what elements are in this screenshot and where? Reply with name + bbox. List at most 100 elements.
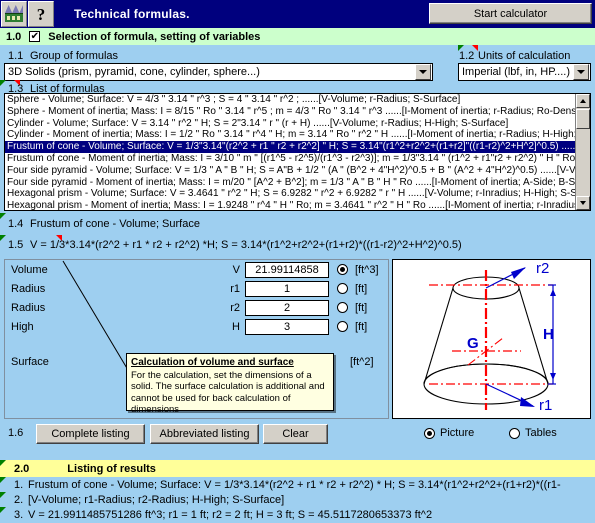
formula-list-item[interactable]: Sphere - Volume; Surface: V = 4/3 " 3.14… bbox=[5, 94, 575, 106]
formula-rows-container: Sphere - Volume; Surface: V = 4/3 " 3.14… bbox=[5, 94, 575, 210]
scroll-up-button[interactable] bbox=[576, 94, 590, 108]
frustum-of-cone-diagram: r2 r1 H G bbox=[423, 260, 556, 414]
svg-text:G: G bbox=[467, 335, 479, 352]
variable-value-field-1[interactable]: 1 bbox=[245, 281, 329, 297]
complete-listing-button[interactable]: Complete listing bbox=[36, 424, 145, 444]
units-of-calculation-combo[interactable]: Imperial (lbf, in, HP....) bbox=[458, 63, 591, 81]
section-1-6-number: 1.6 bbox=[8, 427, 24, 439]
view-option-tables-label: Tables bbox=[525, 427, 557, 439]
result-row-text: [V-Volume; r1-Radius; r2-Radius; H-High;… bbox=[28, 494, 285, 506]
section-1-5-number: 1.5 bbox=[8, 239, 24, 251]
svg-text:H: H bbox=[543, 326, 554, 343]
section-2-0-label: Listing of results bbox=[67, 462, 156, 475]
view-option-tables[interactable]: Tables bbox=[509, 427, 557, 439]
variable-symbol-1: r1 bbox=[230, 283, 240, 295]
formula-list-item[interactable]: Hexagonal prism - Moment of inertia; Mas… bbox=[5, 200, 575, 210]
buildings-icon bbox=[4, 5, 24, 23]
list-of-formulas[interactable]: Sphere - Volume; Surface: V = 4/3 " 3.14… bbox=[4, 93, 591, 211]
section-2-0-header: 2.0 Listing of results bbox=[0, 460, 595, 477]
view-option-picture-label: Picture bbox=[440, 427, 475, 439]
section-1-2-number: 1.2 bbox=[459, 50, 475, 62]
help-button[interactable]: ? bbox=[28, 1, 54, 27]
tooltip-body: For the calculation, set the dimensions … bbox=[131, 369, 325, 416]
title-bar: ? Technical formulas. Start calculator bbox=[0, 0, 595, 28]
variable-radio-2[interactable] bbox=[337, 302, 348, 313]
marker-green-result-2 bbox=[0, 507, 6, 513]
variable-unit-1: [ft] bbox=[355, 283, 368, 295]
section-1-0-header: 1.0 ✔ Selection of formula, setting of v… bbox=[0, 28, 595, 45]
result-row-number: 1. bbox=[14, 479, 24, 491]
result-row-number: 2. bbox=[14, 494, 24, 506]
svg-text:r1: r1 bbox=[539, 397, 552, 414]
tooltip-calculation-info: Calculation of volume and surface For th… bbox=[126, 353, 334, 415]
variable-unit-0: [ft^3] bbox=[355, 264, 379, 276]
variable-value-field-3[interactable]: 3 bbox=[245, 319, 329, 335]
section-1-1-label: Group of formulas bbox=[30, 50, 119, 62]
marker-green-result-1 bbox=[0, 492, 6, 498]
variable-value-field-2[interactable]: 2 bbox=[245, 300, 329, 316]
section-1-5-formula: V = 1/3*3.14*(r2^2 + r1 * r2 + r2^2) *H;… bbox=[30, 239, 462, 251]
group-of-formulas-combo[interactable]: 3D Solids (prism, pyramid, cone, cylinde… bbox=[4, 63, 433, 81]
units-of-calculation-value: Imperial (lbf, in, HP....) bbox=[462, 66, 570, 78]
variable-unit-3: [ft] bbox=[355, 321, 368, 333]
chevron-down-icon[interactable] bbox=[415, 64, 431, 80]
formula-list-item[interactable]: Cylinder - Volume; Surface: V = 3.14 " r… bbox=[5, 118, 575, 130]
scroll-down-button[interactable] bbox=[576, 196, 590, 210]
formula-list-item[interactable]: Sphere - Moment of inertia; Mass: I = 8/… bbox=[5, 106, 575, 118]
application-window: ? Technical formulas. Start calculator 1… bbox=[0, 0, 595, 523]
scrollbar-thumb[interactable] bbox=[576, 109, 590, 129]
section-1-4-label: Frustum of cone - Volume; Surface bbox=[30, 218, 200, 230]
view-option-picture[interactable]: Picture bbox=[424, 427, 474, 439]
tooltip-title: Calculation of volume and surface bbox=[131, 357, 294, 368]
listing-of-results: 1. Frustum of cone - Volume; Surface: V =… bbox=[0, 477, 595, 523]
section-1-4-number: 1.4 bbox=[8, 218, 24, 230]
section-1-2-label: Units of calculation bbox=[478, 50, 571, 62]
variable-name-1: Radius bbox=[11, 283, 46, 295]
marker-green-1-3 bbox=[0, 80, 6, 86]
page-title: Technical formulas. bbox=[74, 7, 190, 21]
formula-list-item[interactable]: Hexagonal prism - Volume; Surface: V = 3… bbox=[5, 188, 575, 200]
group-of-formulas-value: 3D Solids (prism, pyramid, cone, cylinde… bbox=[8, 66, 260, 78]
result-row-text: Frustum of cone - Volume; Surface: V = 1… bbox=[28, 479, 561, 491]
clear-button[interactable]: Clear bbox=[263, 424, 328, 444]
variable-unit-2: [ft] bbox=[355, 302, 368, 314]
formula-list-item[interactable]: Frustum of cone - Moment of inertia; Mas… bbox=[5, 153, 575, 165]
variable-name-0: Volume bbox=[11, 264, 48, 276]
marker-green-2-0 bbox=[0, 460, 6, 466]
picture-panel: r2 r1 H G bbox=[392, 259, 591, 419]
marker-green-1-5 bbox=[0, 235, 6, 241]
marker-green-result-0 bbox=[0, 477, 6, 483]
section-1-0-label: Selection of formula, setting of variabl… bbox=[48, 30, 261, 43]
formula-list-item[interactable]: Cylinder - Moment of inertia; Mass: I = … bbox=[5, 129, 575, 141]
list-scrollbar[interactable] bbox=[575, 94, 590, 210]
formula-list-item[interactable]: Four side pyramid - Moment of inertia; M… bbox=[5, 177, 575, 189]
variable-symbol-2: r2 bbox=[230, 302, 240, 314]
formula-list-item[interactable]: Frustum of cone - Volume; Surface: V = 1… bbox=[5, 141, 575, 153]
variable-name-2: Radius bbox=[11, 302, 46, 314]
result-row-text: V = 21.9911485751286 ft^3; r1 = 1 ft; r2… bbox=[28, 509, 433, 521]
svg-text:r2: r2 bbox=[536, 260, 549, 277]
variable-symbol-0: V bbox=[232, 264, 240, 276]
section-2-0-number: 2.0 bbox=[14, 462, 30, 475]
variable-name-3: High bbox=[11, 321, 34, 333]
radio-picture[interactable] bbox=[424, 427, 435, 439]
variable-radio-3[interactable] bbox=[337, 321, 348, 332]
question-mark-icon: ? bbox=[36, 4, 46, 24]
marker-green-1-4 bbox=[0, 213, 6, 219]
section-1-0-number: 1.0 bbox=[6, 30, 22, 43]
variable-radio-0[interactable] bbox=[337, 264, 348, 275]
result-row-number: 3. bbox=[14, 509, 24, 521]
radio-tables[interactable] bbox=[509, 427, 520, 439]
section-1-0-checkbox[interactable]: ✔ bbox=[29, 31, 41, 42]
surface-label: Surface bbox=[11, 356, 49, 368]
variable-radio-1[interactable] bbox=[337, 283, 348, 294]
surface-unit: [ft^2] bbox=[350, 356, 374, 368]
chevron-down-icon[interactable] bbox=[573, 64, 589, 80]
abbreviated-listing-button[interactable]: Abbreviated listing bbox=[150, 424, 259, 444]
start-calculator-button[interactable]: Start calculator bbox=[429, 3, 592, 24]
variable-value-field-0[interactable]: 21.99114858 bbox=[245, 262, 329, 278]
variable-symbol-3: H bbox=[232, 321, 240, 333]
app-icon-button[interactable] bbox=[1, 1, 27, 27]
formula-list-item[interactable]: Four side pyramid - Volume; Surface: V =… bbox=[5, 165, 575, 177]
section-1-1-number: 1.1 bbox=[8, 50, 24, 62]
